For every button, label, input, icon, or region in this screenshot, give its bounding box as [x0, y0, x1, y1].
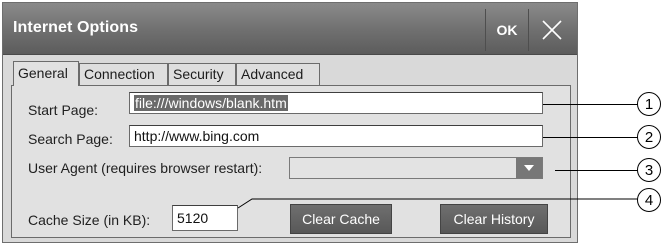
callout-4-line: [237, 198, 639, 209]
callout-4: 4: [637, 188, 661, 212]
callout-1: 1: [637, 92, 661, 116]
callout-2: 2: [637, 125, 661, 149]
callout-3: 3: [637, 158, 661, 182]
